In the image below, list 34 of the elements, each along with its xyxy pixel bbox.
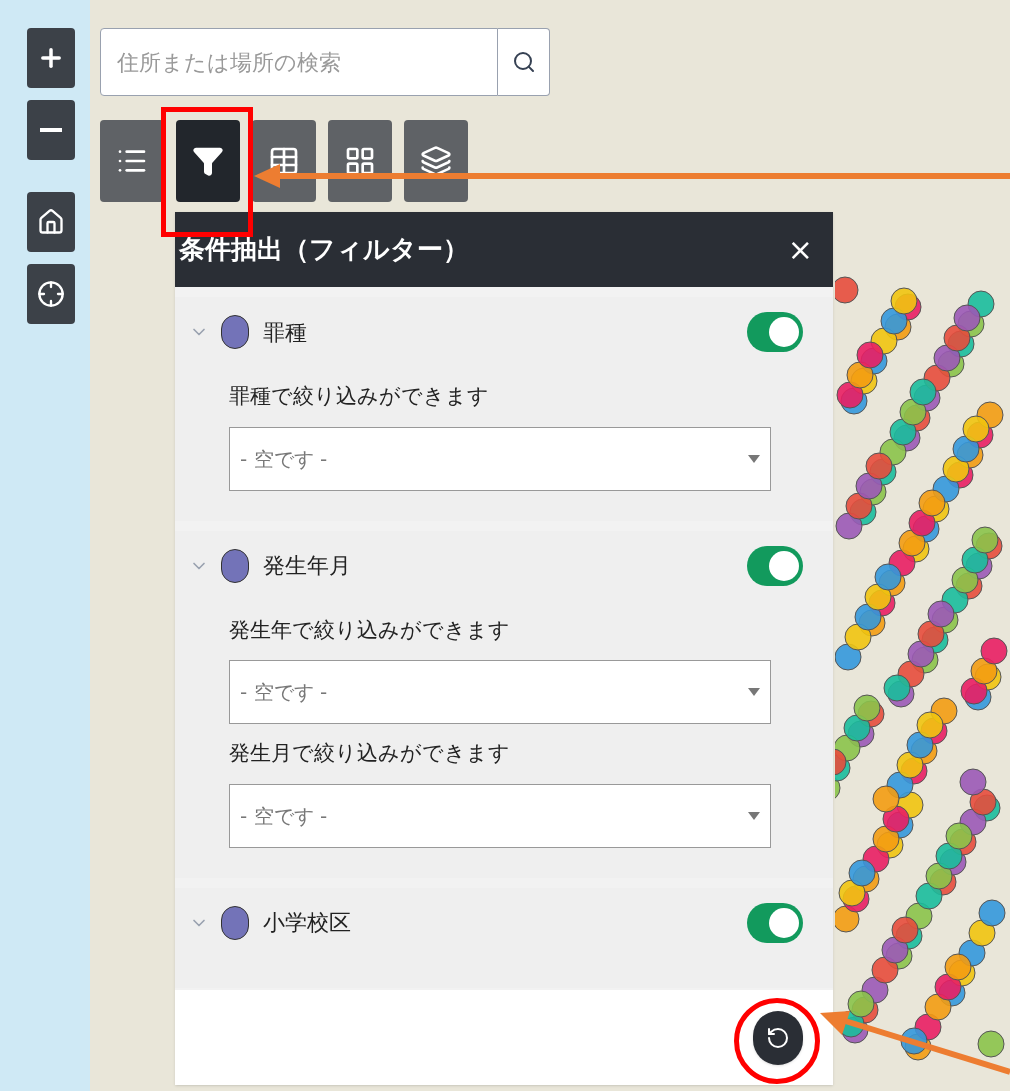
filter-icon xyxy=(192,145,224,177)
search-button[interactable] xyxy=(498,28,550,96)
filter-name: 発生年月 xyxy=(263,552,351,580)
home-button[interactable] xyxy=(27,192,75,252)
reset-icon xyxy=(766,1025,790,1050)
dropdown-caret-icon xyxy=(748,688,760,696)
select-field[interactable]: - 空です - xyxy=(229,783,771,848)
select-field[interactable]: - 空です - xyxy=(229,426,771,491)
close-button[interactable]: × xyxy=(787,234,813,265)
toolbar-button[interactable] xyxy=(100,120,164,202)
reset-button[interactable] xyxy=(753,1010,803,1065)
panel-title: 条件抽出（フィルター） xyxy=(179,233,469,266)
dropdown-caret-icon xyxy=(748,454,760,463)
filter-name: 罪種 xyxy=(263,318,307,347)
toolbar-button[interactable] xyxy=(176,120,240,202)
toolbar-button[interactable] xyxy=(328,120,392,202)
field-label: 罪種で絞り込みができます xyxy=(229,383,490,410)
field-label: 発生年で絞り込みができます xyxy=(229,616,511,644)
locate-icon xyxy=(37,280,65,308)
locate-button[interactable] xyxy=(27,264,75,324)
select-field[interactable]: - 空です - xyxy=(229,660,771,724)
toggle-switch[interactable] xyxy=(747,545,803,586)
toggle-switch[interactable] xyxy=(747,312,803,352)
search-icon xyxy=(511,50,536,74)
search-field[interactable]: 住所または場所の検索 xyxy=(100,28,498,96)
zoom-out-button[interactable] xyxy=(27,100,75,160)
toggle-switch[interactable] xyxy=(747,902,803,943)
toolbar-button[interactable] xyxy=(404,120,468,202)
dropdown-caret-icon xyxy=(748,811,760,820)
zoom-in-button[interactable] xyxy=(27,28,75,88)
field-label: 発生月で絞り込みができます xyxy=(229,740,511,767)
home-icon xyxy=(37,208,65,236)
minus-icon xyxy=(40,128,62,132)
filter-name: 小学校区 xyxy=(263,909,351,937)
